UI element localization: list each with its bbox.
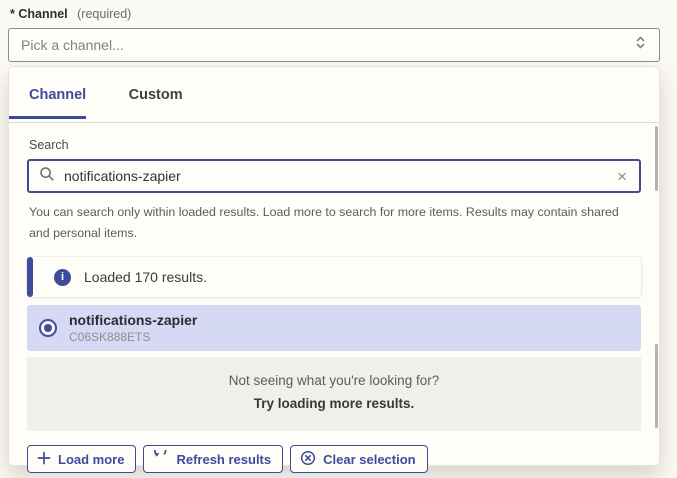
search-helper-text: You can search only within loaded result…	[29, 202, 639, 244]
alert-text: Loaded 170 results.	[84, 269, 207, 285]
channel-picker-page: * Channel (required) Pick a channel... C…	[0, 0, 677, 478]
tab-channel[interactable]: Channel	[29, 67, 86, 117]
tab-content: Search × You can search only within load…	[9, 123, 659, 478]
clear-selection-button[interactable]: Clear selection	[290, 445, 428, 473]
search-icon	[39, 166, 55, 187]
scrollbar-thumb[interactable]	[655, 344, 658, 428]
info-icon: i	[54, 269, 71, 286]
option-text: notifications-zapier C06SK888ETS	[69, 312, 197, 344]
circle-x-icon	[300, 450, 316, 469]
chevron-updown-icon	[634, 35, 647, 55]
radio-dot	[44, 324, 52, 332]
radio-selected-icon[interactable]	[39, 319, 57, 337]
action-buttons: Load more Refresh results	[27, 445, 641, 473]
option-name: notifications-zapier	[69, 312, 197, 328]
channel-select-placeholder: Pick a channel...	[21, 37, 634, 53]
load-more-hint: Not seeing what you're looking for? Try …	[27, 357, 641, 431]
refresh-icon	[153, 450, 169, 469]
channel-option-selected[interactable]: notifications-zapier C06SK888ETS	[27, 305, 641, 351]
load-more-button[interactable]: Load more	[27, 445, 136, 473]
search-box: ×	[27, 159, 641, 193]
clear-selection-label: Clear selection	[323, 452, 416, 467]
refresh-results-button[interactable]: Refresh results	[143, 445, 283, 473]
tab-custom[interactable]: Custom	[129, 67, 183, 117]
option-id: C06SK888ETS	[69, 330, 197, 344]
field-required-note: (required)	[77, 7, 131, 21]
hint-line-2: Try loading more results.	[37, 393, 631, 416]
refresh-results-label: Refresh results	[176, 452, 271, 467]
hint-line-1: Not seeing what you're looking for?	[37, 370, 631, 393]
channel-dropdown-panel: Channel Custom Search × You can search o…	[8, 66, 660, 466]
loaded-results-alert: i Loaded 170 results.	[27, 257, 641, 297]
plus-icon	[37, 451, 51, 468]
tab-bar: Channel Custom	[9, 67, 659, 123]
alert-accent-bar	[27, 257, 33, 297]
channel-select[interactable]: Pick a channel...	[8, 28, 660, 62]
load-more-label: Load more	[58, 452, 124, 467]
search-label: Search	[29, 138, 641, 152]
field-label: * Channel (required)	[10, 7, 131, 21]
clear-search-icon[interactable]: ×	[615, 168, 629, 185]
search-input[interactable]	[64, 168, 615, 184]
field-label-text: * Channel	[10, 7, 68, 21]
scrollbar-thumb[interactable]	[655, 126, 658, 191]
